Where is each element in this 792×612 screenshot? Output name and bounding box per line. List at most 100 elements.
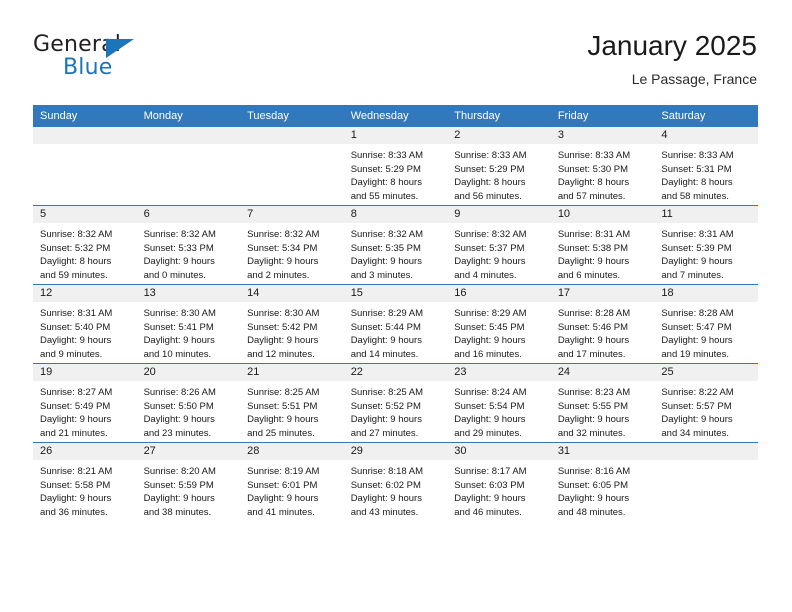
day-detail-line: Daylight: 9 hours bbox=[40, 493, 112, 505]
day-detail-line: Sunset: 6:02 PM bbox=[350, 479, 421, 491]
calendar-day-cell[interactable]: 5 Sunrise: 8:32 AM Sunset: 5:32 PM Daylight… bbox=[33, 205, 137, 285]
calendar-day-cell[interactable]: 15 Sunrise: 8:29 AM Sunset: 5:44 PM Dayligh… bbox=[343, 284, 448, 364]
day-detail-line: Sunrise: 8:31 AM bbox=[661, 229, 734, 240]
day-detail-line: Daylight: 9 hours bbox=[557, 414, 630, 426]
day-detail-line: Sunset: 5:51 PM bbox=[247, 400, 318, 412]
day-detail-line: Daylight: 9 hours bbox=[143, 335, 215, 347]
day-number: 13 bbox=[136, 285, 241, 302]
day-detail-line: and 3 minutes. bbox=[350, 269, 414, 281]
day-number bbox=[33, 127, 137, 144]
generalblue-logo[interactable]: General Blue bbox=[33, 34, 223, 94]
day-detail-line: Daylight: 8 hours bbox=[454, 177, 526, 189]
calendar-day-cell-empty bbox=[136, 127, 241, 206]
calendar-day-cell[interactable]: 1 Sunrise: 8:33 AM Sunset: 5:29 PM Daylight… bbox=[343, 127, 448, 206]
calendar-day-cell[interactable]: 13 Sunrise: 8:30 AM Sunset: 5:41 PM Dayligh… bbox=[136, 284, 241, 364]
day-detail-line: Sunrise: 8:30 AM bbox=[143, 308, 216, 319]
day-detail-line: Sunrise: 8:33 AM bbox=[661, 150, 734, 161]
day-number: 5 bbox=[33, 206, 137, 223]
calendar-day-cell-empty bbox=[240, 127, 344, 206]
day-detail-line: Daylight: 9 hours bbox=[143, 414, 215, 426]
day-number: 25 bbox=[654, 364, 758, 381]
day-detail-line: Sunset: 5:59 PM bbox=[143, 479, 214, 491]
day-detail-line: and 41 minutes. bbox=[247, 506, 315, 518]
calendar-day-cell[interactable]: 24 Sunrise: 8:23 AM Sunset: 5:55 PM Dayligh… bbox=[550, 363, 655, 443]
day-detail-line: Daylight: 9 hours bbox=[557, 493, 630, 505]
day-detail-line: Sunrise: 8:29 AM bbox=[350, 308, 424, 319]
calendar-day-cell[interactable]: 25 Sunrise: 8:22 AM Sunset: 5:57 PM Dayligh… bbox=[654, 363, 758, 443]
calendar-day-cell[interactable]: 17 Sunrise: 8:28 AM Sunset: 5:46 PM Dayligh… bbox=[550, 284, 655, 364]
calendar-day-cell[interactable]: 3 Sunrise: 8:33 AM Sunset: 5:30 PM Daylight… bbox=[550, 127, 655, 206]
day-detail-line: Sunrise: 8:16 AM bbox=[557, 466, 631, 477]
day-details: Sunrise: 8:32 AM Sunset: 5:32 PM Daylight:… bbox=[33, 223, 137, 282]
day-detail-line: and 55 minutes. bbox=[350, 190, 419, 202]
calendar-day-cell[interactable]: 22 Sunrise: 8:25 AM Sunset: 5:52 PM Dayligh… bbox=[343, 363, 448, 443]
logo-text-blue: Blue bbox=[63, 55, 113, 80]
day-detail-line: Daylight: 8 hours bbox=[557, 177, 630, 189]
day-detail-line: and 48 minutes. bbox=[557, 506, 626, 518]
day-detail-line: Sunset: 5:37 PM bbox=[454, 242, 525, 254]
day-details: Sunrise: 8:16 AM Sunset: 6:05 PM Daylight:… bbox=[551, 460, 655, 519]
calendar-day-cell[interactable]: 11 Sunrise: 8:31 AM Sunset: 5:39 PM Dayligh… bbox=[654, 205, 758, 285]
calendar-day-cell[interactable]: 29 Sunrise: 8:18 AM Sunset: 6:02 PM Dayligh… bbox=[343, 442, 448, 521]
calendar-day-cell[interactable]: 23 Sunrise: 8:24 AM Sunset: 5:54 PM Dayligh… bbox=[447, 363, 551, 443]
day-detail-line: and 23 minutes. bbox=[143, 427, 212, 439]
calendar-day-cell[interactable]: 20 Sunrise: 8:26 AM Sunset: 5:50 PM Dayligh… bbox=[136, 363, 241, 443]
day-number: 2 bbox=[447, 127, 551, 144]
calendar-day-cell[interactable]: 8 Sunrise: 8:32 AM Sunset: 5:35 PM Daylight… bbox=[343, 205, 448, 285]
calendar-day-cell[interactable]: 28 Sunrise: 8:19 AM Sunset: 6:01 PM Dayligh… bbox=[240, 442, 344, 521]
day-details: Sunrise: 8:32 AM Sunset: 5:34 PM Daylight:… bbox=[240, 223, 344, 282]
day-number: 8 bbox=[343, 206, 448, 223]
day-detail-line: Sunset: 5:57 PM bbox=[661, 400, 732, 412]
day-detail-line: Daylight: 9 hours bbox=[454, 414, 526, 426]
calendar-day-cell[interactable]: 26 Sunrise: 8:21 AM Sunset: 5:58 PM Dayligh… bbox=[33, 442, 137, 521]
day-details: Sunrise: 8:28 AM Sunset: 5:47 PM Daylight:… bbox=[654, 302, 758, 361]
day-detail-line: and 10 minutes. bbox=[143, 348, 212, 360]
calendar-day-cell[interactable]: 31 Sunrise: 8:16 AM Sunset: 6:05 PM Dayligh… bbox=[550, 442, 655, 521]
day-detail-line: Daylight: 9 hours bbox=[143, 493, 215, 505]
day-number bbox=[136, 127, 241, 144]
day-detail-line: Daylight: 9 hours bbox=[350, 335, 422, 347]
day-detail-line: Sunrise: 8:17 AM bbox=[454, 466, 527, 477]
day-details bbox=[654, 460, 758, 465]
day-details: Sunrise: 8:29 AM Sunset: 5:44 PM Daylight:… bbox=[344, 302, 448, 361]
calendar-day-cell[interactable]: 30 Sunrise: 8:17 AM Sunset: 6:03 PM Dayligh… bbox=[447, 442, 551, 521]
calendar-day-cell[interactable]: 7 Sunrise: 8:32 AM Sunset: 5:34 PM Daylight… bbox=[240, 205, 344, 285]
calendar-day-cell[interactable]: 21 Sunrise: 8:25 AM Sunset: 5:51 PM Dayligh… bbox=[240, 363, 344, 443]
calendar-day-cell[interactable]: 16 Sunrise: 8:29 AM Sunset: 5:45 PM Dayligh… bbox=[447, 284, 551, 364]
day-number: 3 bbox=[550, 127, 655, 144]
day-details: Sunrise: 8:23 AM Sunset: 5:55 PM Daylight:… bbox=[551, 381, 655, 440]
day-detail-line: Daylight: 9 hours bbox=[557, 256, 630, 268]
calendar-day-cell[interactable]: 18 Sunrise: 8:28 AM Sunset: 5:47 PM Dayligh… bbox=[654, 284, 758, 364]
day-details: Sunrise: 8:24 AM Sunset: 5:54 PM Daylight:… bbox=[447, 381, 551, 440]
calendar-day-cell[interactable]: 9 Sunrise: 8:32 AM Sunset: 5:37 PM Daylight… bbox=[447, 205, 551, 285]
day-details: Sunrise: 8:32 AM Sunset: 5:35 PM Daylight:… bbox=[344, 223, 448, 282]
calendar-day-cell[interactable]: 6 Sunrise: 8:32 AM Sunset: 5:33 PM Daylight… bbox=[136, 205, 241, 285]
day-detail-line: Sunrise: 8:33 AM bbox=[454, 150, 527, 161]
day-detail-line: Daylight: 9 hours bbox=[40, 335, 112, 347]
calendar-day-cell[interactable]: 19 Sunrise: 8:27 AM Sunset: 5:49 PM Dayligh… bbox=[33, 363, 137, 443]
day-detail-line: and 19 minutes. bbox=[661, 348, 729, 360]
day-number: 9 bbox=[447, 206, 551, 223]
day-detail-line: Daylight: 8 hours bbox=[350, 177, 422, 189]
day-detail-line: and 58 minutes. bbox=[661, 190, 729, 202]
calendar-day-cell[interactable]: 2 Sunrise: 8:33 AM Sunset: 5:29 PM Daylight… bbox=[447, 127, 551, 206]
day-detail-line: Sunset: 6:01 PM bbox=[247, 479, 318, 491]
day-detail-line: and 14 minutes. bbox=[350, 348, 419, 360]
calendar-day-cell[interactable]: 14 Sunrise: 8:30 AM Sunset: 5:42 PM Dayligh… bbox=[240, 284, 344, 364]
page-title: January 2025 bbox=[587, 30, 757, 61]
day-details: Sunrise: 8:31 AM Sunset: 5:38 PM Daylight:… bbox=[551, 223, 655, 282]
day-detail-line: and 27 minutes. bbox=[350, 427, 419, 439]
day-number: 14 bbox=[240, 285, 344, 302]
day-number: 18 bbox=[654, 285, 758, 302]
day-detail-line: Daylight: 9 hours bbox=[143, 256, 215, 268]
day-details: Sunrise: 8:30 AM Sunset: 5:41 PM Daylight:… bbox=[137, 302, 241, 361]
calendar-day-cell[interactable]: 12 Sunrise: 8:31 AM Sunset: 5:40 PM Dayligh… bbox=[33, 284, 137, 364]
day-detail-line: Daylight: 9 hours bbox=[350, 493, 422, 505]
calendar-day-cell[interactable]: 4 Sunrise: 8:33 AM Sunset: 5:31 PM Daylight… bbox=[654, 127, 758, 206]
day-detail-line: Sunrise: 8:23 AM bbox=[557, 387, 631, 398]
calendar-week-row: 12 Sunrise: 8:31 AM Sunset: 5:40 PM Dayligh… bbox=[33, 284, 758, 364]
day-detail-line: Sunset: 5:41 PM bbox=[143, 321, 214, 333]
calendar-day-cell[interactable]: 27 Sunrise: 8:20 AM Sunset: 5:59 PM Dayligh… bbox=[136, 442, 241, 521]
day-details: Sunrise: 8:33 AM Sunset: 5:31 PM Daylight:… bbox=[654, 144, 758, 203]
calendar-day-cell[interactable]: 10 Sunrise: 8:31 AM Sunset: 5:38 PM Dayligh… bbox=[550, 205, 655, 285]
